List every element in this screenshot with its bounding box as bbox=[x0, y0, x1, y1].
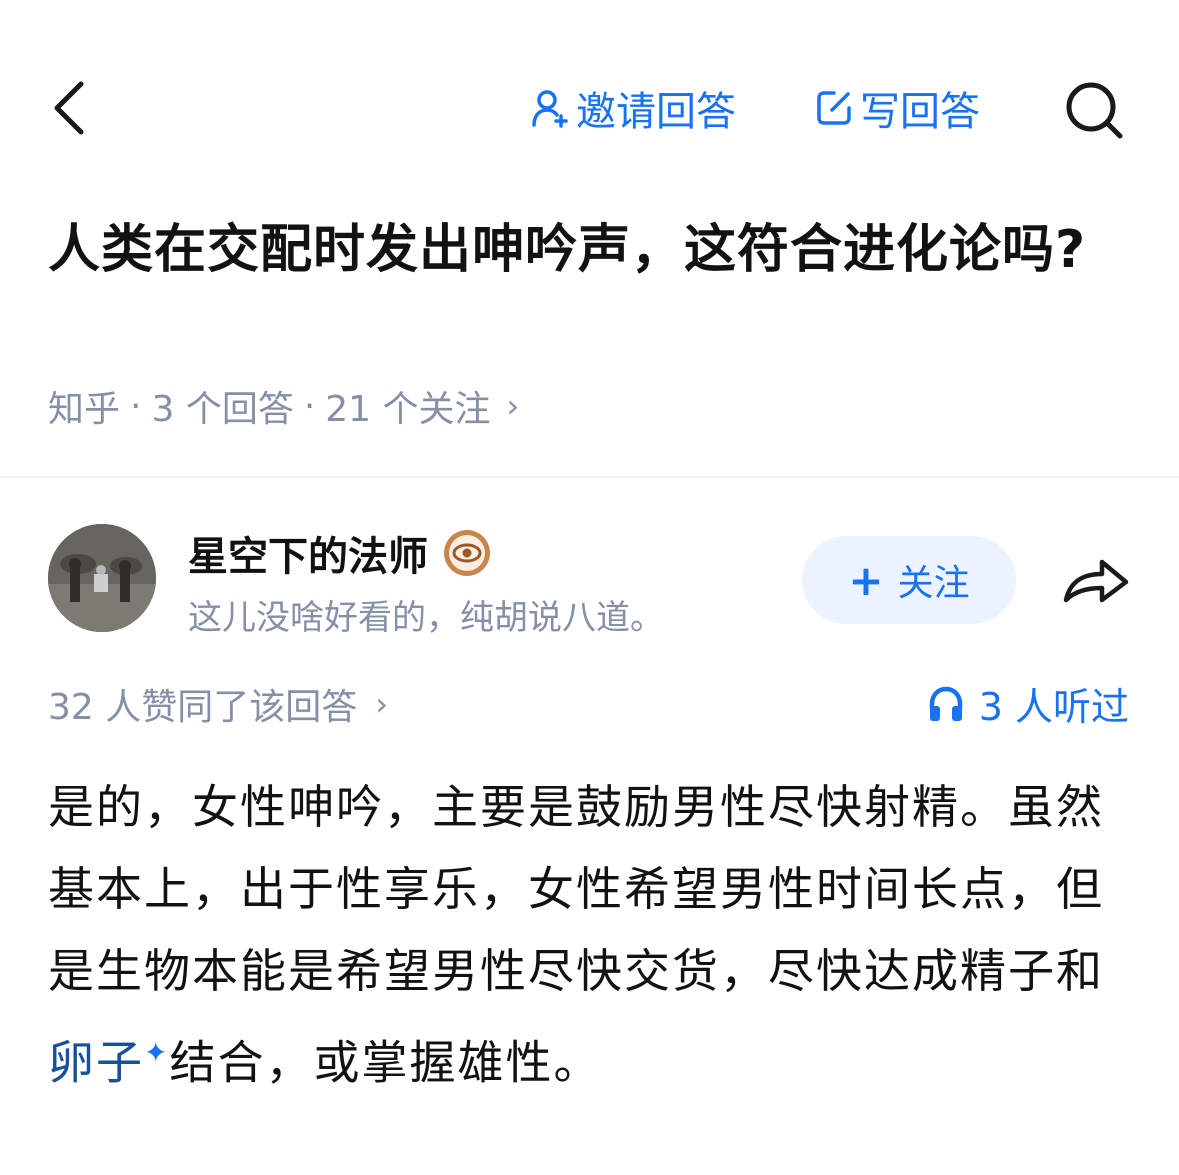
share-arrow-icon bbox=[1063, 559, 1129, 603]
author-bio: 这儿没啥好看的，纯胡说八道。 bbox=[188, 598, 664, 638]
search-button[interactable] bbox=[1058, 78, 1130, 142]
write-answer-label: 写回答 bbox=[860, 89, 980, 135]
creator-badge-icon bbox=[442, 528, 492, 578]
search-icon bbox=[1066, 82, 1123, 139]
write-answer-button[interactable]: 写回答 bbox=[814, 80, 980, 136]
author-name[interactable]: 星空下的法师 bbox=[188, 524, 492, 582]
edit-icon bbox=[814, 88, 854, 128]
answer-text-part1: 是的，女性呻吟，主要是鼓励男性尽快射精。虽然基本上，出于性享乐，女性希望男性时间… bbox=[48, 780, 1104, 998]
answer-text-part2: 结合，或掌握雄性。 bbox=[169, 1035, 602, 1090]
voters-link[interactable]: 32 人赞同了该回答 › bbox=[48, 678, 388, 730]
chevron-right-icon: › bbox=[375, 685, 389, 723]
back-button[interactable] bbox=[40, 74, 96, 142]
followers-count: 21 个关注 bbox=[325, 389, 491, 430]
plus-icon: + bbox=[848, 555, 884, 605]
chevron-right-icon: › bbox=[506, 387, 520, 425]
voters-text: 32 人赞同了该回答 bbox=[48, 687, 358, 728]
question-title[interactable]: 人类在交配时发出呻吟声，这符合进化论吗? bbox=[48, 210, 1128, 290]
back-chevron-icon bbox=[54, 81, 84, 135]
invite-answer-button[interactable]: 邀请回答 bbox=[530, 80, 736, 136]
invite-answer-label: 邀请回答 bbox=[576, 89, 736, 135]
invite-user-icon bbox=[530, 88, 570, 128]
top-nav-bar: 邀请回答 写回答 bbox=[0, 60, 1179, 156]
headphones-icon bbox=[927, 685, 965, 723]
author-name-text: 星空下的法师 bbox=[188, 534, 428, 580]
follow-label: 关注 bbox=[897, 563, 970, 604]
question-source: 知乎 bbox=[48, 389, 121, 430]
avatar-image bbox=[48, 524, 156, 632]
sparkle-icon: ✦ bbox=[144, 1036, 170, 1069]
answer-content: 是的，女性呻吟，主要是鼓励男性尽快射精。虽然基本上，出于性享乐，女性希望男性时间… bbox=[48, 766, 1132, 1103]
answers-count: 3 个回答 bbox=[151, 389, 294, 430]
listened-text: 3 人听过 bbox=[978, 685, 1129, 729]
listen-audio-button[interactable]: 3 人听过 bbox=[927, 676, 1129, 731]
follow-button[interactable]: + 关注 bbox=[802, 536, 1016, 624]
meta-separator: · bbox=[130, 385, 142, 427]
question-meta[interactable]: 知乎 · 3 个回答 · 21 个关注 › bbox=[48, 380, 519, 432]
author-avatar[interactable] bbox=[48, 524, 156, 632]
section-divider bbox=[0, 476, 1179, 478]
share-button[interactable] bbox=[1060, 550, 1132, 610]
keyword-link[interactable]: 卵子 bbox=[48, 1035, 144, 1089]
answer-page: 邀请回答 写回答 人类在交配时发出呻吟声，这符合进化论吗? 知乎 · 3 个回答… bbox=[0, 0, 1179, 1175]
meta-separator: · bbox=[303, 385, 316, 427]
